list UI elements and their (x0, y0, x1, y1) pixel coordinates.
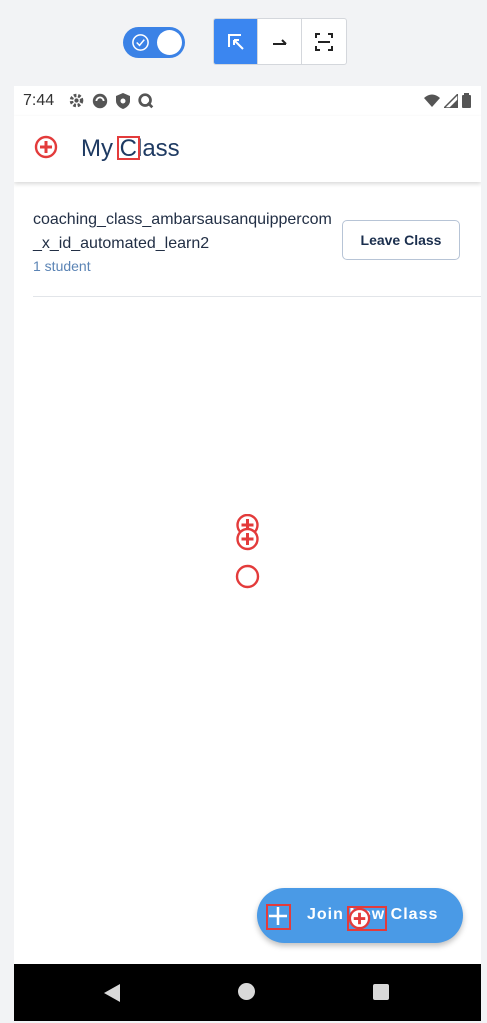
swipe-icon (272, 38, 287, 45)
select-cursor-icon (227, 33, 244, 50)
cell-signal-icon (444, 93, 458, 108)
status-bar: 7:44 (14, 86, 481, 116)
android-nav-bar (14, 964, 481, 1021)
quipper-q-icon (138, 93, 154, 109)
recent-apps-icon[interactable] (373, 984, 389, 1000)
wifi-icon (424, 94, 440, 107)
settings-gear-icon (69, 93, 84, 108)
marker-box (117, 136, 140, 160)
app-bar: My Class (14, 116, 481, 182)
status-time: 7:44 (23, 92, 55, 109)
shield-icon (116, 93, 130, 109)
marker-add-icon (34, 135, 58, 159)
screenshot-frame-icon (315, 32, 333, 51)
class-list-item[interactable]: coaching_class_ambarsausanquippercom_x_i… (33, 196, 481, 297)
class-name: coaching_class_ambarsausanquippercom_x_i… (33, 211, 332, 252)
back-icon[interactable] (104, 984, 120, 1002)
leave-class-button[interactable]: Leave Class (342, 220, 460, 260)
toggle-knob (157, 30, 182, 55)
home-icon[interactable] (238, 983, 255, 1000)
swipe-tool-button[interactable] (258, 19, 302, 64)
check-icon (132, 34, 149, 51)
marker-box (266, 904, 291, 930)
sync-icon (92, 93, 108, 109)
status-icons-right (424, 93, 471, 108)
marker-cluster-icon (236, 514, 259, 551)
battery-icon (462, 93, 471, 108)
tool-group (213, 18, 347, 65)
student-count: 1 student (33, 258, 91, 274)
phone-screen: 7:44 My Class coaching_class_ambarsausan… (14, 86, 481, 1021)
overlay-toggle[interactable] (123, 27, 185, 58)
select-tool-button[interactable] (214, 19, 258, 64)
marker-add-icon (348, 907, 371, 930)
screenshot-tool-button[interactable] (302, 19, 346, 64)
marker-circle-icon (235, 564, 260, 589)
status-icons-left (68, 92, 155, 110)
